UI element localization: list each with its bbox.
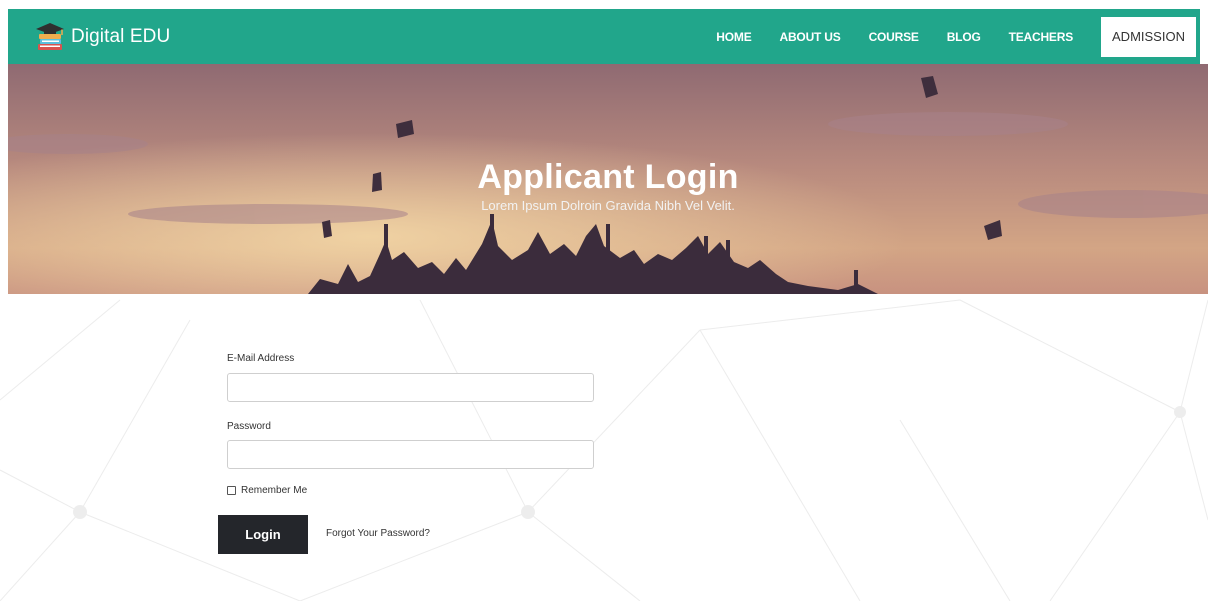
top-navbar: Digital EDU HOME ABOUT US COURSE BLOG TE… (8, 9, 1200, 64)
nav-course[interactable]: COURSE (869, 30, 919, 44)
hero-banner: Applicant Login Lorem Ipsum Dolroin Grav… (8, 64, 1208, 294)
email-field[interactable] (227, 373, 594, 402)
login-button[interactable]: Login (218, 515, 308, 554)
nav-about-us[interactable]: ABOUT US (780, 30, 841, 44)
remember-me-checkbox[interactable] (227, 486, 236, 495)
password-field[interactable] (227, 440, 594, 469)
nav-admission-button[interactable]: ADMISSION (1101, 16, 1196, 57)
brand-name: Digital EDU (71, 25, 171, 47)
password-label: Password (227, 421, 271, 432)
page: Digital EDU HOME ABOUT US COURSE BLOG TE… (0, 0, 1208, 601)
books-graduation-cap-icon (36, 22, 64, 50)
nav-teachers[interactable]: TEACHERS (1009, 30, 1074, 44)
nav-home[interactable]: HOME (716, 30, 751, 44)
remember-me-control[interactable]: Remember Me (227, 485, 307, 496)
page-subtitle: Lorem Ipsum Dolroin Gravida Nibh Vel Vel… (481, 198, 735, 213)
brand-link[interactable]: Digital EDU (34, 21, 170, 53)
email-label: E-Mail Address (227, 353, 295, 364)
page-title: Applicant Login (477, 158, 739, 196)
remember-me-label: Remember Me (241, 485, 308, 496)
hero-text: Applicant Login Lorem Ipsum Dolroin Grav… (8, 157, 1208, 214)
main-nav: HOME ABOUT US COURSE BLOG TEACHERS ADMIS… (716, 9, 1200, 64)
forgot-password-link[interactable]: Forgot Your Password? (326, 528, 430, 539)
nav-blog[interactable]: BLOG (947, 30, 981, 44)
